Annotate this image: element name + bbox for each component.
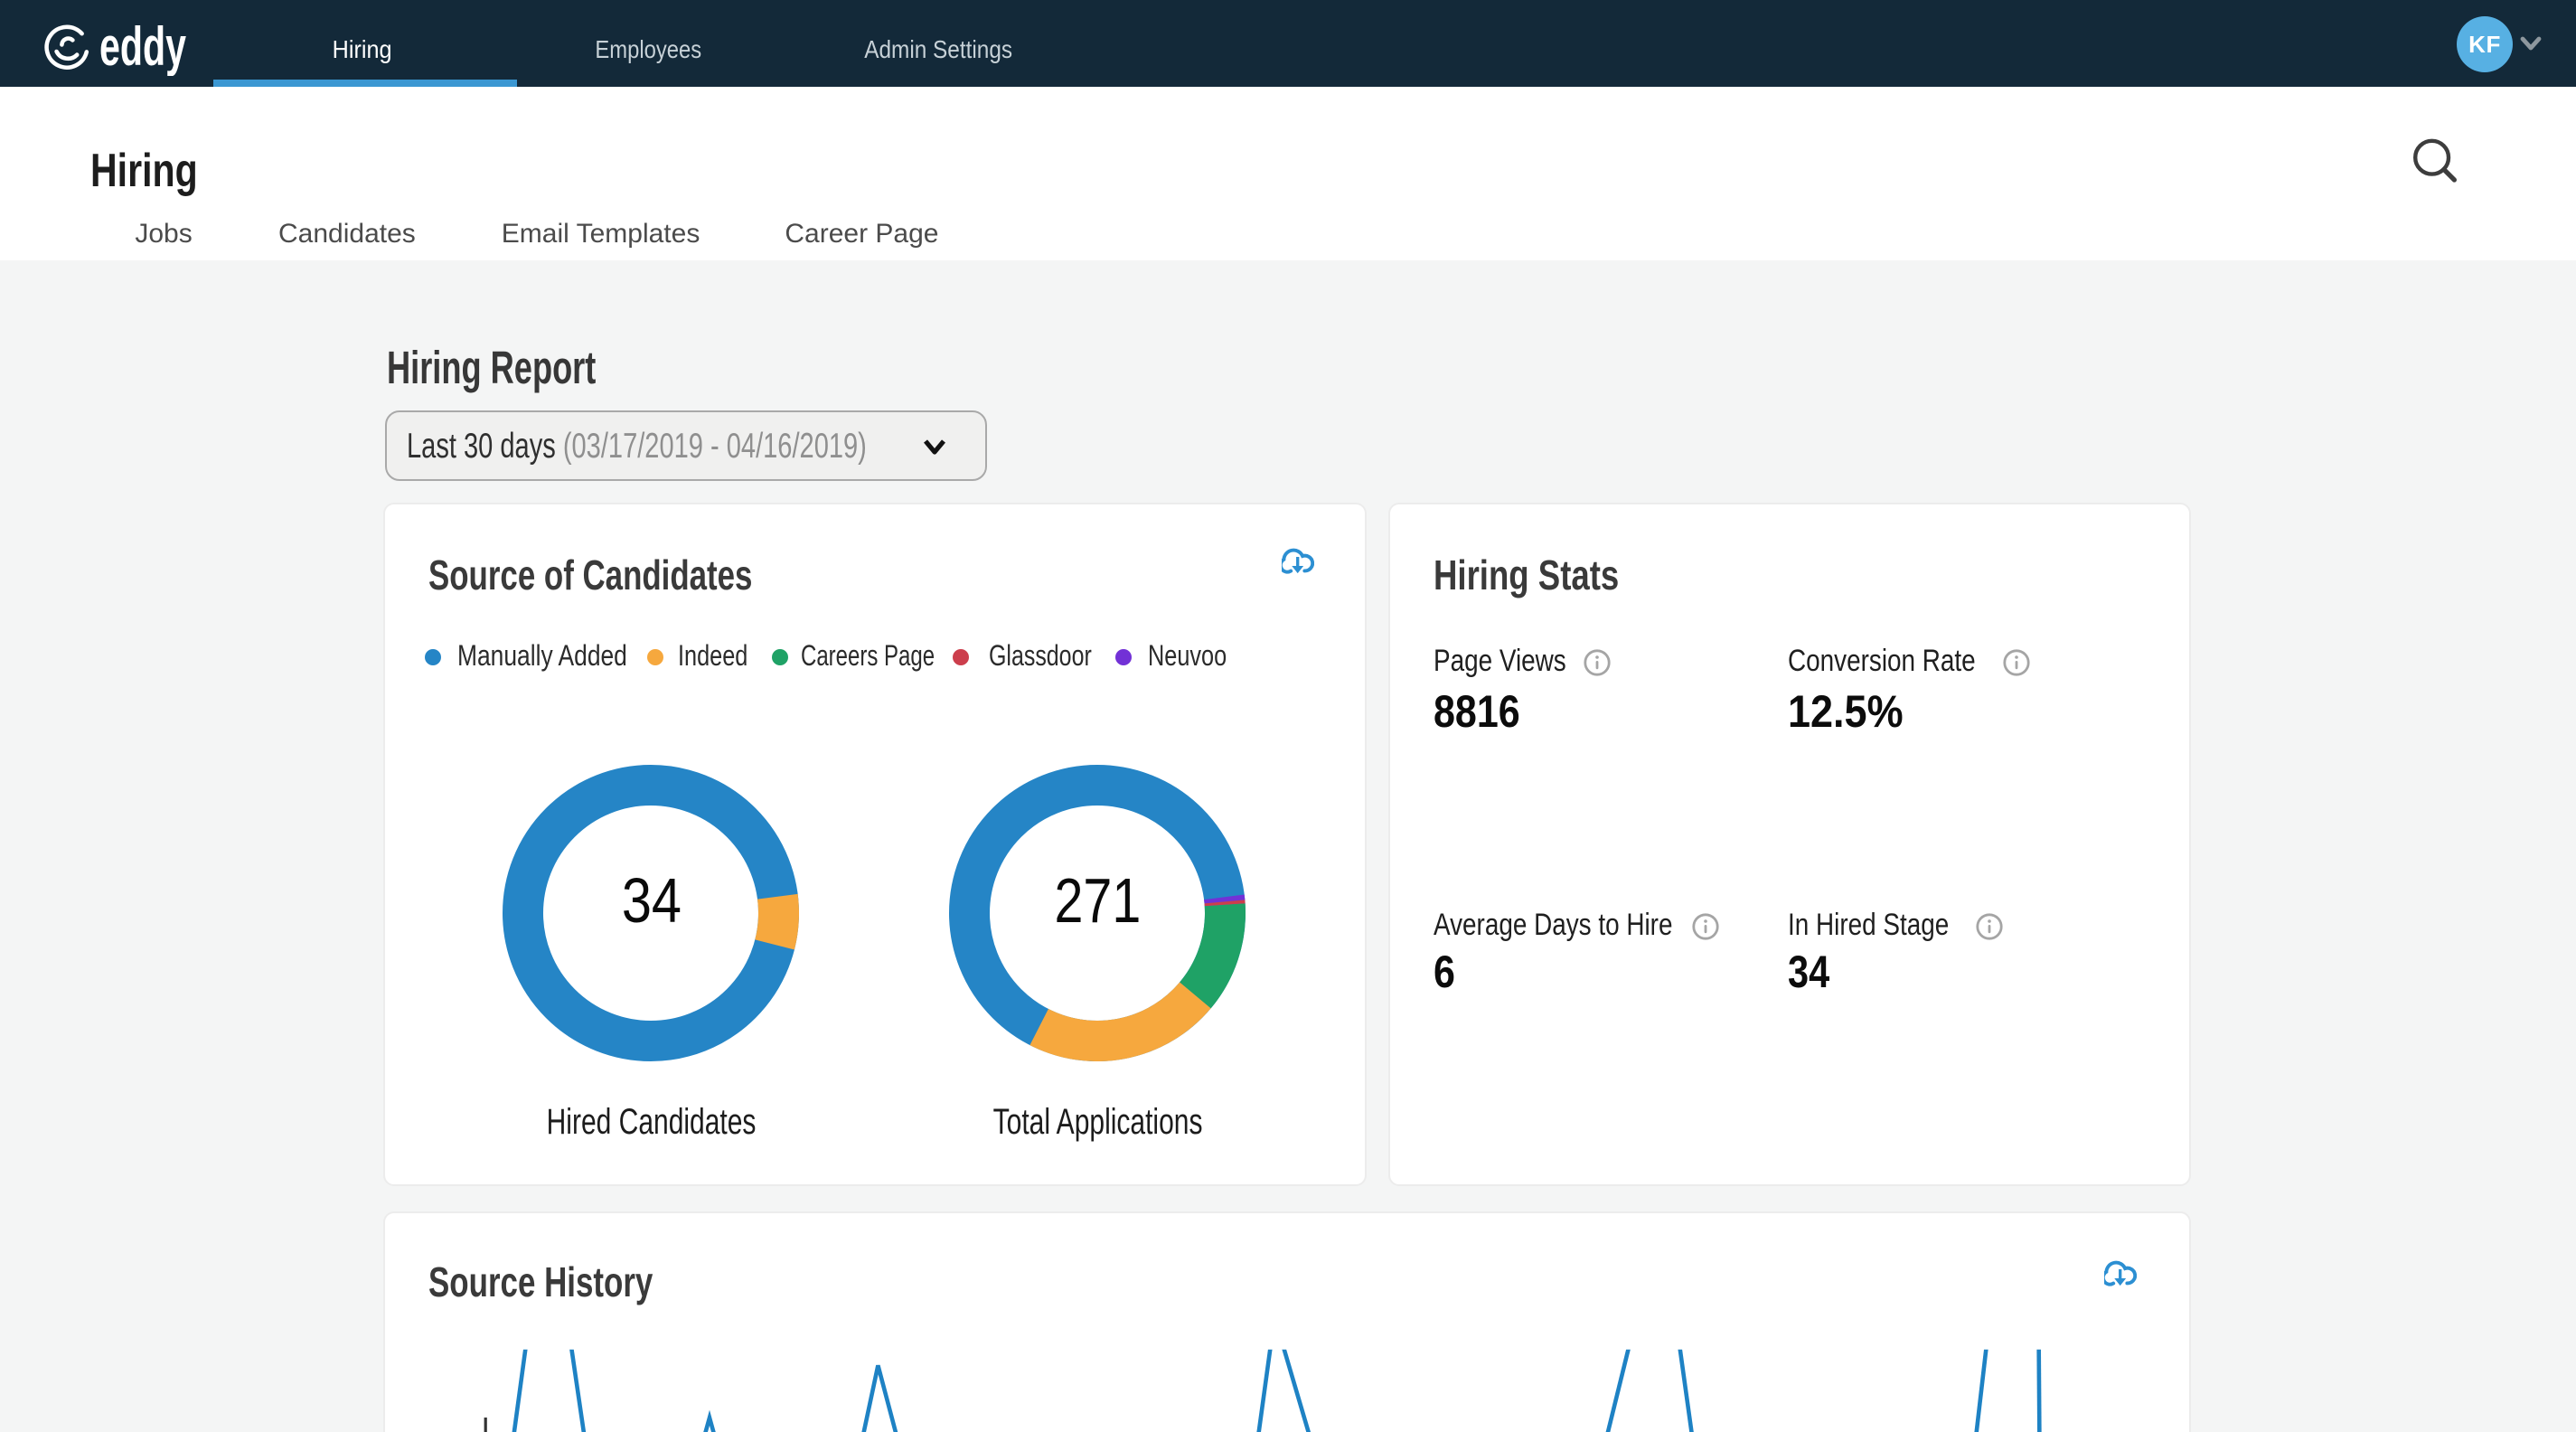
svg-text:eddy: eddy	[99, 16, 186, 76]
